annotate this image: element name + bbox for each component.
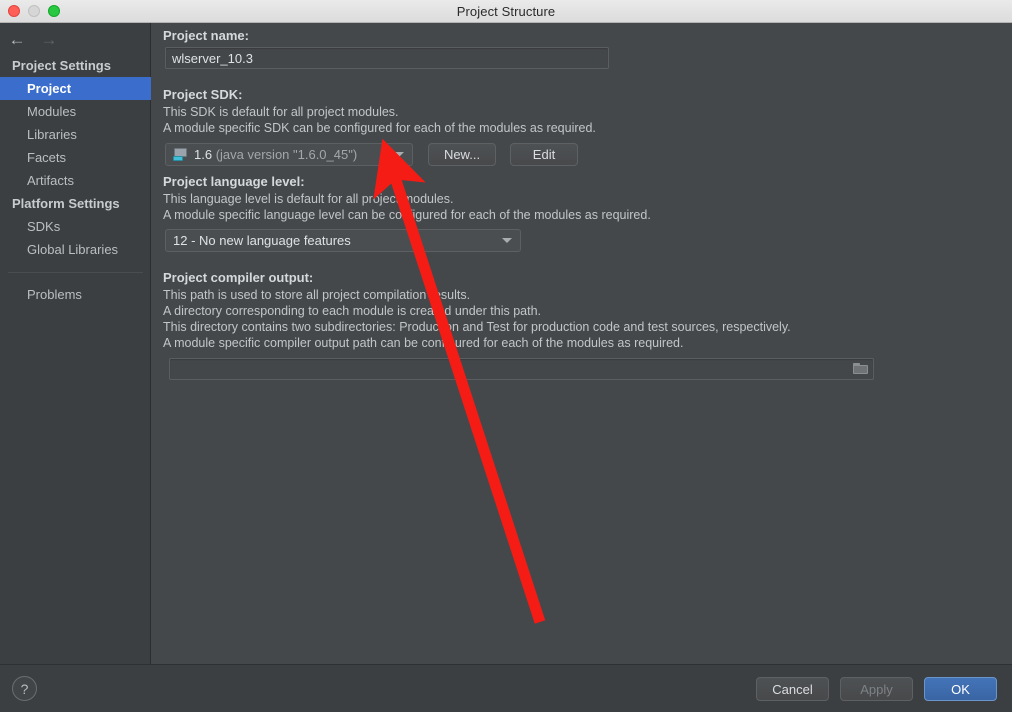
language-level-label: Project language level: — [163, 174, 305, 189]
chevron-down-icon — [502, 238, 512, 243]
settings-sidebar: ← → Project Settings Project Modules Lib… — [0, 23, 151, 664]
compiler-output-desc-line-4: A module specific compiler output path c… — [163, 336, 684, 350]
project-sdk-dropdown[interactable]: 1.6 (java version "1.6.0_45") — [165, 143, 413, 166]
window-controls — [8, 5, 60, 17]
compiler-output-input[interactable] — [169, 358, 874, 380]
compiler-output-label: Project compiler output: — [163, 270, 314, 285]
help-button[interactable]: ? — [12, 676, 37, 701]
project-name-value: wlserver_10.3 — [172, 50, 253, 66]
sidebar-divider — [8, 272, 143, 273]
sidebar-item-sdks[interactable]: SDKs — [0, 215, 151, 238]
cancel-button[interactable]: Cancel — [756, 677, 829, 701]
arrow-left-icon[interactable]: ← — [7, 29, 27, 49]
sidebar-group-project-settings: Project Settings — [12, 58, 111, 73]
project-sdk-detail: (java version "1.6.0_45") — [215, 147, 358, 162]
sidebar-item-libraries[interactable]: Libraries — [0, 123, 151, 146]
sidebar-item-global-libraries[interactable]: Global Libraries — [0, 238, 151, 261]
arrow-right-icon[interactable]: → — [39, 29, 59, 49]
sidebar-item-problems[interactable]: Problems — [0, 283, 151, 306]
language-level-selected: 12 - No new language features — [173, 233, 351, 248]
window-titlebar: Project Structure — [0, 0, 1012, 23]
language-level-desc-line-1: This language level is default for all p… — [163, 192, 454, 206]
project-settings-panel: Project name: wlserver_10.3 Project SDK:… — [151, 23, 1012, 664]
sidebar-item-facets[interactable]: Facets — [0, 146, 151, 169]
project-name-label: Project name: — [163, 28, 249, 43]
compiler-output-desc-line-3: This directory contains two subdirectori… — [163, 320, 791, 334]
edit-sdk-button[interactable]: Edit — [510, 143, 578, 166]
folder-browse-icon[interactable] — [853, 362, 869, 376]
sidebar-item-modules[interactable]: Modules — [0, 100, 151, 123]
minimize-button[interactable] — [28, 5, 40, 17]
project-structure-dialog: Project Structure ← → Project Settings P… — [0, 0, 1012, 712]
chevron-down-icon — [394, 152, 404, 157]
sidebar-item-project[interactable]: Project — [0, 77, 151, 100]
window-title: Project Structure — [456, 3, 556, 19]
project-sdk-desc-line-1: This SDK is default for all project modu… — [163, 105, 399, 119]
sidebar-item-artifacts[interactable]: Artifacts — [0, 169, 151, 192]
language-level-desc-line-2: A module specific language level can be … — [163, 208, 651, 222]
compiler-output-desc-line-2: A directory corresponding to each module… — [163, 304, 541, 318]
new-sdk-button[interactable]: New... — [428, 143, 496, 166]
maximize-button[interactable] — [48, 5, 60, 17]
apply-button[interactable]: Apply — [840, 677, 913, 701]
dialog-action-buttons: Cancel Apply OK — [756, 677, 997, 701]
project-sdk-desc-line-2: A module specific SDK can be configured … — [163, 121, 596, 135]
sdk-module-icon — [173, 148, 188, 161]
project-sdk-selected: 1.6 (java version "1.6.0_45") — [194, 147, 388, 162]
sidebar-nav-list: Project Settings Project Modules Librari… — [0, 54, 151, 306]
sidebar-group-platform-settings: Platform Settings — [12, 196, 120, 211]
language-level-dropdown[interactable]: 12 - No new language features — [165, 229, 521, 252]
project-sdk-label: Project SDK: — [163, 87, 243, 102]
navigation-arrows: ← → — [7, 27, 147, 51]
ok-button[interactable]: OK — [924, 677, 997, 701]
project-sdk-version: 1.6 — [194, 147, 213, 162]
project-name-input[interactable]: wlserver_10.3 — [165, 47, 609, 69]
compiler-output-desc-line-1: This path is used to store all project c… — [163, 288, 471, 302]
close-button[interactable] — [8, 5, 20, 17]
